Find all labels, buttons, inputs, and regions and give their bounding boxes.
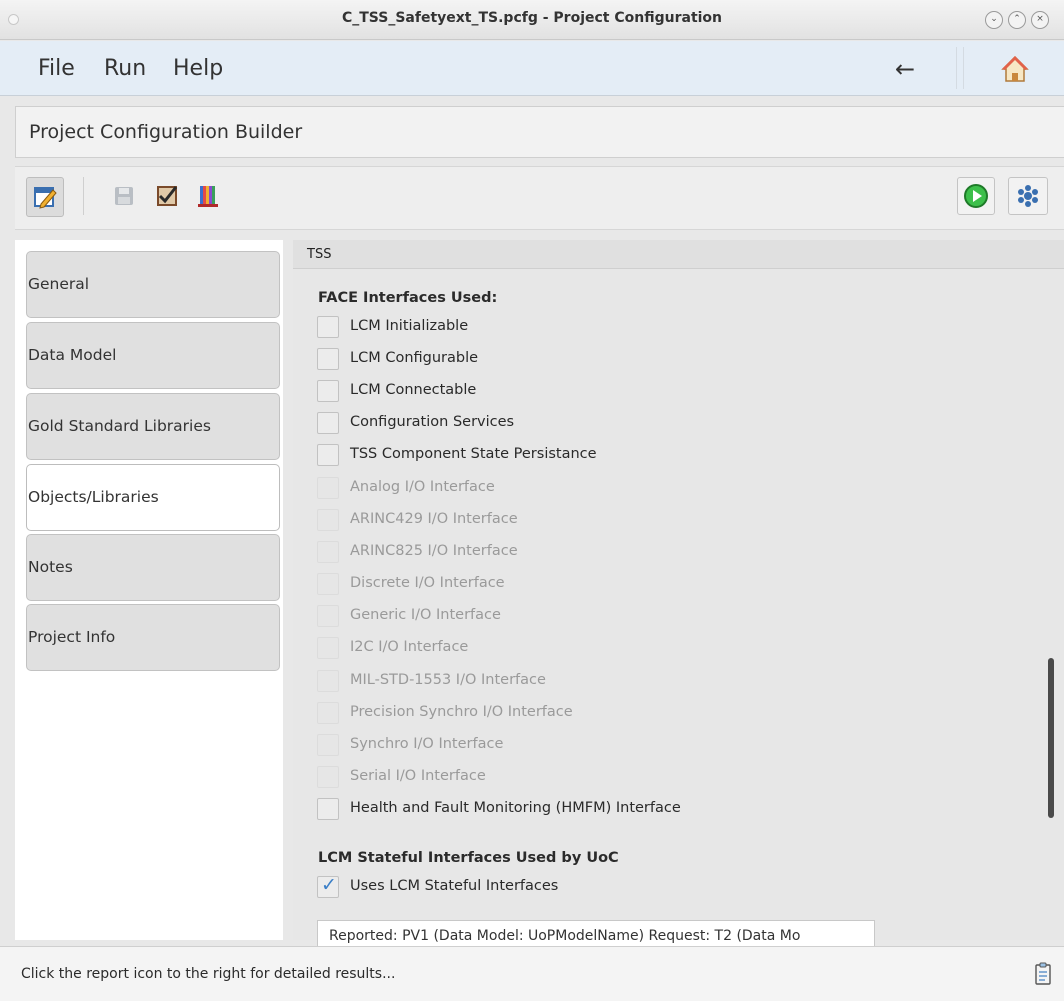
maximize-icon[interactable]: ⌃ — [1008, 11, 1026, 29]
nav-tab-label: Data Model — [28, 346, 117, 364]
run-icon[interactable] — [957, 177, 995, 215]
menu-bar: File Run Help ← — [0, 41, 1064, 96]
checkbox[interactable] — [317, 316, 339, 338]
checkbox-label: Uses LCM Stateful Interfaces — [350, 878, 559, 894]
checkbox-label: MIL-STD-1553 I/O Interface — [350, 672, 546, 688]
checkbox — [317, 573, 339, 595]
close-icon[interactable]: × — [1031, 11, 1049, 29]
checkbox-label: LCM Configurable — [350, 350, 479, 366]
checkmark-icon: ✓ — [321, 874, 337, 896]
save-icon[interactable] — [107, 179, 141, 213]
lcm-stateful-checkbox[interactable]: ✓ — [317, 874, 339, 898]
checkbox — [317, 637, 339, 659]
checkbox — [317, 509, 339, 531]
checkbox — [317, 541, 339, 563]
window-title: C_TSS_Safetyext_TS.pcfg - Project Config… — [341, 10, 723, 26]
lcm-section-title: LCM Stateful Interfaces Used by UoC — [318, 850, 619, 866]
settings-icon[interactable] — [1008, 177, 1048, 215]
checkbox[interactable] — [317, 798, 339, 820]
checkbox[interactable] — [317, 412, 339, 434]
status-text: Click the report icon to the right for d… — [21, 966, 396, 982]
checkbox-label: Analog I/O Interface — [350, 479, 495, 495]
checkbox — [317, 766, 339, 788]
checkbox-label: Discrete I/O Interface — [350, 575, 505, 591]
checkbox-label: I2C I/O Interface — [350, 639, 469, 655]
checkbox-label: Generic I/O Interface — [350, 607, 501, 623]
window-titlebar: C_TSS_Safetyext_TS.pcfg - Project Config… — [0, 0, 1064, 40]
nav-tab-project-info[interactable]: Project Info — [26, 604, 280, 671]
menu-file[interactable]: File — [38, 56, 75, 81]
checkbox — [317, 670, 339, 692]
content-header: TSS — [293, 240, 1064, 269]
toolbar-separator — [83, 177, 84, 215]
nav-tab-data-model[interactable]: Data Model — [26, 322, 280, 389]
minimize-icon[interactable]: ⌄ — [985, 11, 1003, 29]
checkbox-label: ARINC825 I/O Interface — [350, 543, 518, 559]
nav-tab-label: Gold Standard Libraries — [28, 417, 211, 435]
checkbox-label: ARINC429 I/O Interface — [350, 511, 518, 527]
checkbox-label: LCM Connectable — [350, 382, 477, 398]
checkbox-label: TSS Component State Persistance — [350, 446, 597, 462]
library-icon[interactable] — [191, 179, 225, 213]
checkbox[interactable] — [317, 348, 339, 370]
builder-header: Project Configuration Builder — [15, 106, 1064, 158]
page-title: Project Configuration Builder — [29, 121, 303, 143]
toolbar — [15, 166, 1064, 230]
checkbox-label: Health and Fault Monitoring (HMFM) Inter… — [350, 800, 681, 816]
nav-tab-label: Objects/Libraries — [28, 488, 159, 506]
checkbox — [317, 605, 339, 627]
checkbox-label: Serial I/O Interface — [350, 768, 486, 784]
checkbox — [317, 702, 339, 724]
checkbox — [317, 477, 339, 499]
report-icon[interactable] — [1033, 962, 1053, 986]
nav-tab-general[interactable]: General — [26, 251, 280, 318]
face-section-title: FACE Interfaces Used: — [318, 290, 498, 306]
checkbox-label: Configuration Services — [350, 414, 515, 430]
nav-tab-label: Notes — [28, 558, 73, 576]
checkbox[interactable] — [317, 444, 339, 466]
status-bar: Click the report icon to the right for d… — [0, 946, 1064, 1001]
nav-tab-label: General — [28, 275, 90, 293]
checkbox — [317, 734, 339, 756]
checkbox[interactable] — [317, 380, 339, 402]
checkbox-label: LCM Initializable — [350, 318, 469, 334]
nav-tab-gold-standard-libraries[interactable]: Gold Standard Libraries — [26, 393, 280, 460]
home-icon[interactable] — [995, 51, 1035, 87]
left-arrow-icon[interactable]: ← — [885, 49, 925, 89]
checkbox-label: Precision Synchro I/O Interface — [350, 704, 573, 720]
menu-run[interactable]: Run — [104, 56, 146, 81]
nav-tab-objects-libraries[interactable]: Objects/Libraries — [26, 464, 280, 531]
nav-tab-label: Project Info — [28, 628, 116, 646]
nav-tab-notes[interactable]: Notes — [26, 534, 280, 601]
toolbar-separator — [956, 47, 964, 89]
checkbox-label: Synchro I/O Interface — [350, 736, 504, 752]
vertical-scrollbar[interactable] — [1048, 658, 1054, 818]
content-header-label: TSS — [307, 247, 332, 262]
content-panel: TSS FACE Interfaces Used: LCM Initializa… — [293, 240, 1064, 952]
menu-help[interactable]: Help — [173, 56, 223, 81]
left-nav: General Data Model Gold Standard Librari… — [15, 240, 283, 940]
validate-icon[interactable] — [149, 179, 183, 213]
edit-icon[interactable] — [26, 177, 64, 217]
